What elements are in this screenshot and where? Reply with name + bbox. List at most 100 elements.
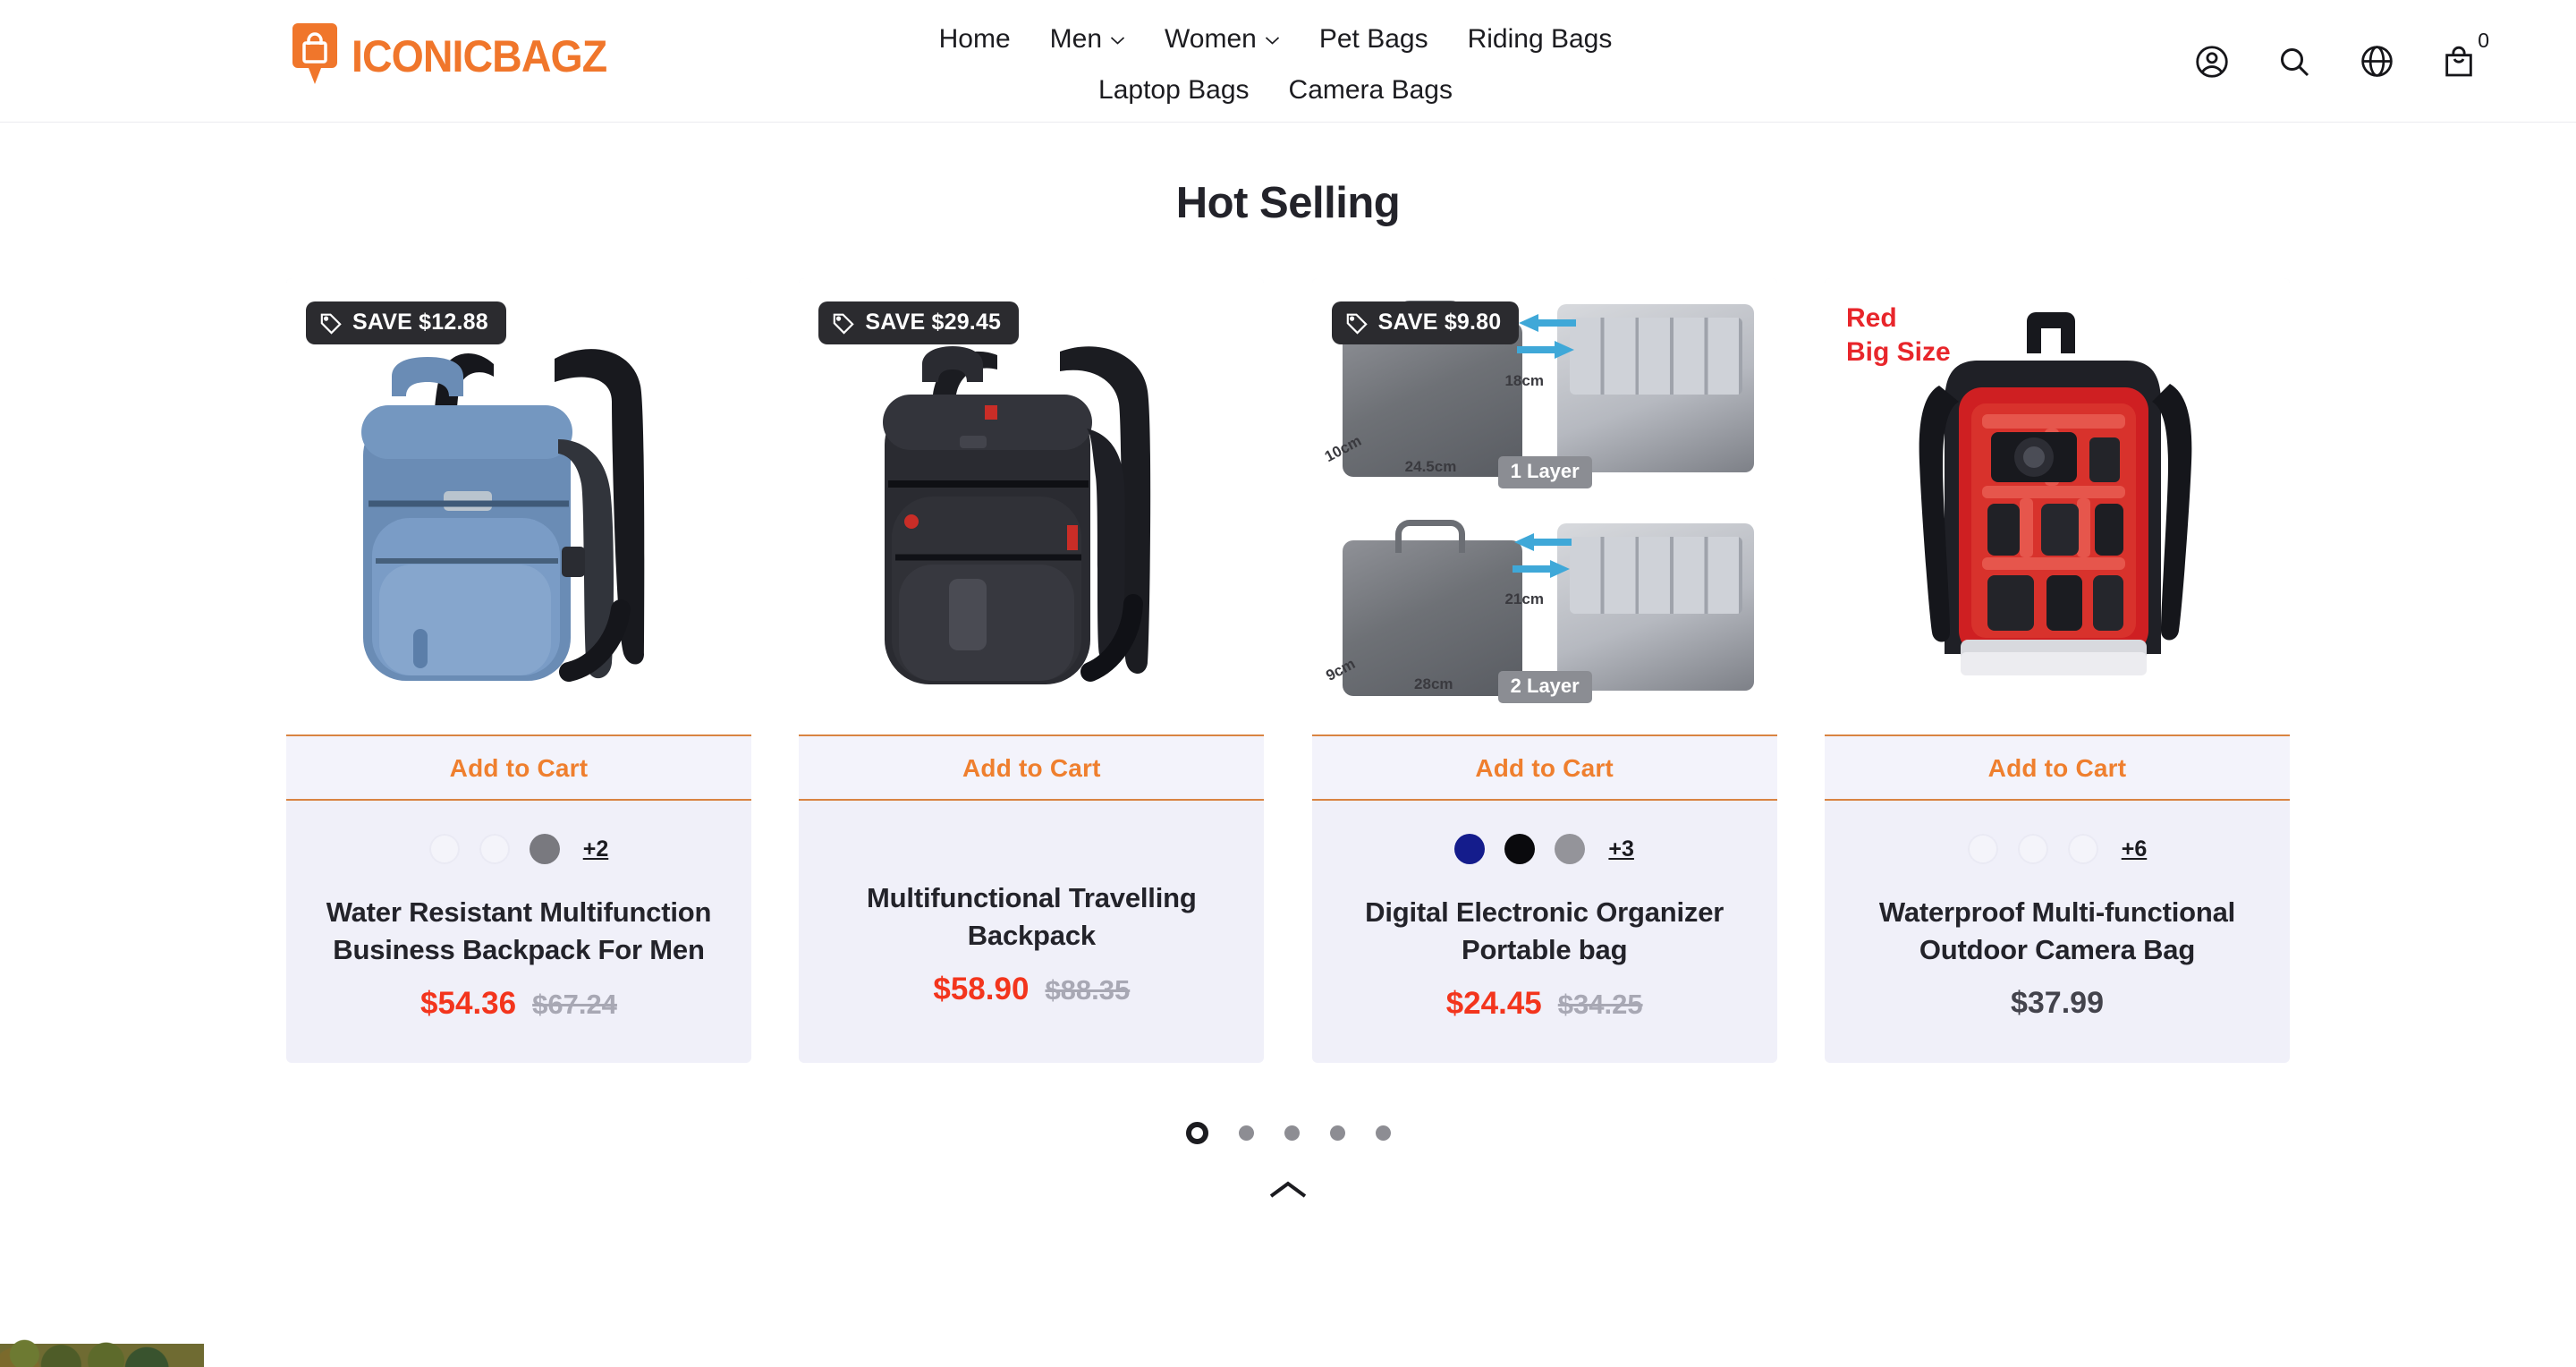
page-title: Hot Selling	[1175, 179, 1401, 227]
more-colors-link[interactable]: +3	[1608, 837, 1634, 861]
nav-label: Camera Bags	[1288, 74, 1453, 105]
status-badge: SAVE $12.88	[306, 301, 506, 344]
add-to-cart-button[interactable]: Add to Cart	[1311, 734, 1777, 801]
product-title[interactable]: Water Resistant Multifunction Business B…	[309, 894, 728, 968]
product-card[interactable]: SAVE $29.45 Add to Cart Multifunctional …	[799, 278, 1265, 1064]
sale-price: $54.36	[420, 986, 517, 1022]
nav-item-women[interactable]: Women	[1165, 19, 1280, 59]
carousel-dot-1[interactable]	[1185, 1122, 1208, 1145]
color-swatch[interactable]	[1967, 834, 1998, 864]
chevron-down-icon	[1110, 32, 1125, 46]
chevron-up-icon	[1267, 1178, 1309, 1206]
color-swatch[interactable]	[2067, 834, 2098, 864]
product-title[interactable]: Multifunctional Travelling Backpack	[822, 879, 1241, 954]
nav-label: Women	[1165, 23, 1257, 54]
backpack-illustration	[883, 346, 1151, 684]
carousel-dot-2[interactable]	[1238, 1125, 1254, 1142]
dimension-label: 18cm	[1504, 371, 1544, 389]
product-image[interactable]: Red Big Size	[1824, 278, 2290, 734]
sale-price: $24.45	[1445, 986, 1542, 1022]
carousel-dot-5[interactable]	[1375, 1125, 1391, 1142]
color-swatches: +6	[1848, 829, 2267, 869]
color-swatches: +3	[1335, 829, 1754, 869]
nav-label: Riding Bags	[1467, 23, 1613, 54]
price-tag-icon	[832, 311, 855, 335]
more-colors-link[interactable]: +2	[583, 837, 609, 861]
nav-item-laptop-bags[interactable]: Laptop Bags	[1098, 70, 1249, 110]
nav-label: Laptop Bags	[1098, 74, 1250, 105]
product-price: $37.99	[1848, 986, 2267, 1021]
nav-label: Home	[938, 23, 1011, 54]
compare-at-price: $34.25	[1557, 989, 1643, 1021]
more-colors-link[interactable]: +6	[2122, 837, 2148, 861]
carousel-dot-3[interactable]	[1284, 1125, 1300, 1142]
add-to-cart-button[interactable]: Add to Cart	[1824, 734, 2290, 801]
nav-label: Men	[1049, 23, 1103, 54]
product-card[interactable]: SAVE $9.80 18cm 10cm 24.5cm 21cm 9cm 28c…	[1311, 278, 1777, 1064]
shopping-bag-pin-icon	[291, 21, 339, 90]
brand-name: ICONICBAGZ	[352, 30, 607, 81]
color-swatch[interactable]	[1555, 834, 1586, 864]
chevron-down-icon	[1265, 32, 1280, 46]
product-info: +3 Digital Electronic Organizer Portable…	[1312, 801, 1777, 1063]
layer-label: 1 Layer	[1497, 455, 1592, 488]
search-icon[interactable]	[2275, 43, 2313, 81]
product-card[interactable]: Red Big Size Add to Cart +6 Waterproof M…	[1824, 278, 2290, 1064]
carousel-dot-4[interactable]	[1329, 1125, 1345, 1142]
cart-count-badge: 0	[2478, 28, 2489, 52]
product-title[interactable]: Digital Electronic Organizer Portable ba…	[1335, 894, 1754, 968]
product-info: +2 Water Resistant Multifunction Busines…	[286, 801, 751, 1063]
site-header: ICONICBAGZ Home Men Women Pet Bags Ridin…	[0, 0, 2576, 123]
product-price: $24.45 $34.25	[1335, 986, 1754, 1022]
product-title[interactable]: Waterproof Multi-functional Outdoor Came…	[1848, 894, 2267, 968]
globe-icon[interactable]	[2358, 43, 2395, 81]
organizer-illustration: 18cm 10cm 24.5cm 21cm 9cm 28cm 1 Layer 2…	[1311, 278, 1777, 734]
next-section-preview	[0, 1326, 204, 1367]
backpack-illustration	[361, 349, 645, 682]
image-label-color: Red	[1845, 303, 1897, 333]
brand-logo[interactable]: ICONICBAGZ	[291, 21, 626, 90]
product-info: +6 Waterproof Multi-functional Outdoor C…	[1825, 801, 2290, 1063]
color-swatch[interactable]	[1454, 834, 1486, 864]
add-to-cart-button[interactable]: Add to Cart	[286, 734, 751, 801]
color-swatches: +2	[309, 829, 728, 869]
nav-item-camera-bags[interactable]: Camera Bags	[1289, 70, 1453, 110]
badge-label: SAVE $12.88	[352, 310, 488, 335]
price-tag-icon	[1345, 311, 1368, 335]
color-swatch[interactable]	[479, 834, 510, 864]
nav-label: Pet Bags	[1318, 23, 1428, 54]
arrow-left-right-icon	[1513, 532, 1572, 578]
nav-item-riding-bags[interactable]: Riding Bags	[1468, 19, 1613, 59]
foliage-image	[0, 1326, 204, 1367]
price-tag-icon	[319, 311, 343, 335]
nav-item-men[interactable]: Men	[1050, 19, 1125, 59]
nav-item-pet-bags[interactable]: Pet Bags	[1319, 19, 1428, 59]
color-swatch[interactable]	[1504, 834, 1536, 864]
carousel-dots	[0, 1122, 2576, 1145]
main-navigation: Home Men Women Pet Bags Riding Bags Lapt…	[899, 0, 1652, 123]
product-image[interactable]: SAVE $9.80 18cm 10cm 24.5cm 21cm 9cm 28c…	[1311, 278, 1777, 734]
sale-price: $58.90	[933, 972, 1030, 1007]
compare-at-price: $88.35	[1045, 974, 1131, 1006]
product-price: $54.36 $67.24	[309, 986, 728, 1022]
product-image[interactable]: SAVE $12.88	[286, 278, 751, 734]
color-swatch[interactable]	[529, 834, 560, 864]
nav-item-home[interactable]: Home	[939, 19, 1011, 59]
color-swatch[interactable]	[2017, 834, 2048, 864]
layer-label: 2 Layer	[1497, 670, 1592, 703]
product-card[interactable]: SAVE $12.88 Add to Cart +2 Water Resista…	[286, 278, 751, 1064]
add-to-cart-button[interactable]: Add to Cart	[799, 734, 1265, 801]
arrow-left-right-icon	[1517, 313, 1577, 359]
scroll-to-top-button[interactable]	[0, 1178, 2576, 1206]
user-circle-icon[interactable]	[2193, 43, 2231, 81]
cart-button[interactable]: 0	[2440, 30, 2489, 81]
product-image[interactable]: SAVE $29.45	[799, 278, 1265, 734]
dimension-label: 28cm	[1414, 675, 1453, 692]
dimension-label: 21cm	[1504, 590, 1544, 608]
image-label-size: Big Size	[1845, 337, 1951, 367]
product-price: $58.90 $88.35	[822, 972, 1241, 1007]
product-info: Multifunctional Travelling Backpack $58.…	[799, 801, 1264, 1063]
status-badge: SAVE $29.45	[818, 301, 1020, 344]
header-actions: 0	[2193, 0, 2489, 123]
color-swatch[interactable]	[428, 834, 460, 864]
